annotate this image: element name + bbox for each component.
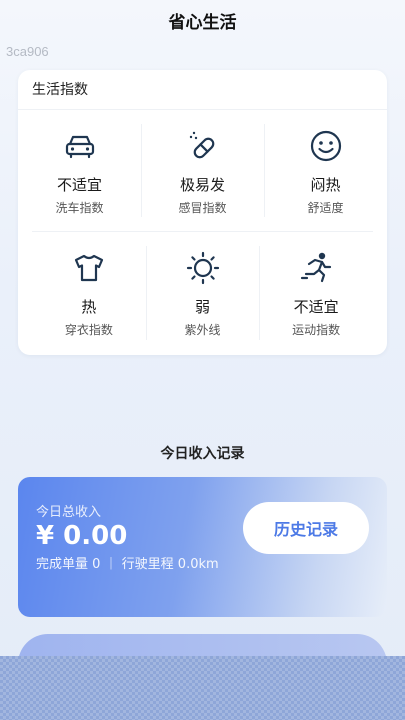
app-header: 省心生活 xyxy=(0,0,405,40)
pill-icon xyxy=(189,131,214,159)
index-uv[interactable]: 弱 紫外线 xyxy=(145,232,260,354)
index-cold[interactable]: 极易发 感冒指数 xyxy=(141,110,264,231)
index-dressing[interactable]: 热 穿衣指数 xyxy=(32,232,146,354)
index-label: 紫外线 xyxy=(184,323,221,337)
income-meta: 完成单量 0 ｜ 行驶里程 0.0km xyxy=(36,557,219,572)
index-label: 舒适度 xyxy=(307,201,344,215)
index-value: 闷热 xyxy=(310,176,341,194)
tshirt-icon xyxy=(74,254,103,282)
index-label: 运动指数 xyxy=(292,323,341,337)
index-value: 热 xyxy=(81,298,97,316)
index-car-wash[interactable]: 不适宜 洗车指数 xyxy=(18,110,141,231)
income-card: 今日总收入 ¥ 0.00 完成单量 0 ｜ 行驶里程 0.0km 历史记录 xyxy=(18,477,387,617)
bottom-overlay xyxy=(0,656,405,720)
index-label: 穿衣指数 xyxy=(64,323,113,337)
index-value: 弱 xyxy=(195,298,211,316)
index-comfort[interactable]: 闷热 舒适度 xyxy=(264,110,387,231)
index-value: 不适宜 xyxy=(56,176,102,194)
watermark-text: 3ca906 xyxy=(6,44,49,59)
index-label: 感冒指数 xyxy=(178,201,227,215)
smiley-icon xyxy=(310,130,341,162)
index-value: 不适宜 xyxy=(293,298,339,316)
income-section-title: 今日收入记录 xyxy=(160,446,245,462)
page-title: 省心生活 xyxy=(168,12,237,33)
runner-icon xyxy=(301,252,332,283)
sun-icon xyxy=(186,251,219,285)
car-icon xyxy=(65,135,94,159)
index-sport[interactable]: 不适宜 运动指数 xyxy=(259,232,373,354)
income-total-label: 今日总收入 xyxy=(36,505,102,520)
index-value: 极易发 xyxy=(179,176,225,194)
income-amount: ¥ 0.00 xyxy=(36,521,128,551)
life-index-title: 生活指数 xyxy=(18,70,387,110)
history-button[interactable]: 历史记录 xyxy=(243,502,369,554)
life-index-card: 生活指数 不适宜 洗车指数 极易发 感冒指数 闷热 舒适度 热 穿衣指数 弱 紫… xyxy=(18,70,387,355)
index-label: 洗车指数 xyxy=(55,201,104,215)
